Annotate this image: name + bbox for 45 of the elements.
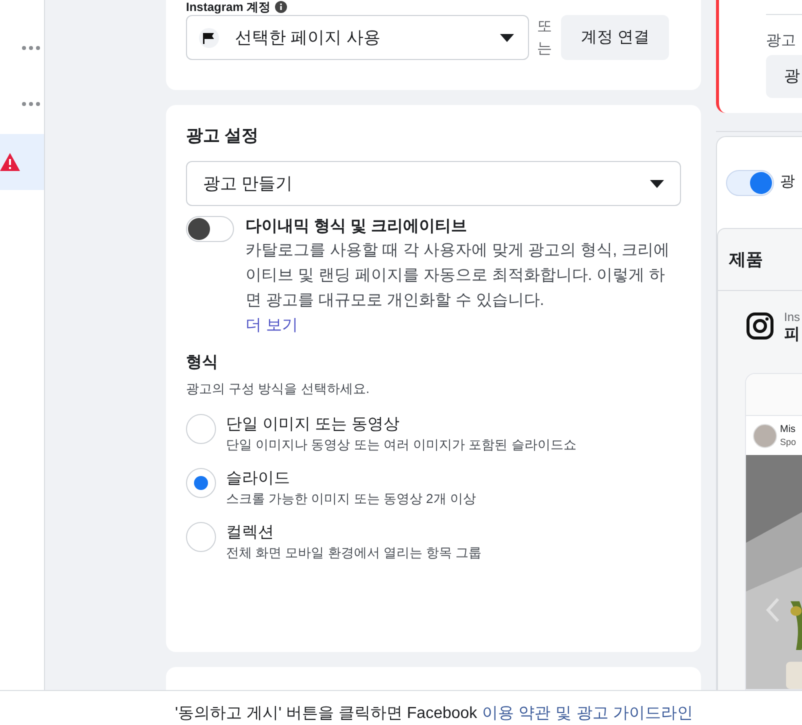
radio-button[interactable] <box>186 522 216 552</box>
radio-button[interactable] <box>186 414 216 444</box>
avatar <box>753 424 777 448</box>
sponsored-label: Spo <box>780 436 796 448</box>
account-name: Ins <box>784 309 800 326</box>
flag-icon <box>199 28 219 48</box>
caret-icon <box>500 34 514 42</box>
connect-account-button[interactable]: 계정 연결 <box>561 15 670 60</box>
panel-title: 제품 <box>729 248 763 271</box>
radio-description: 스크롤 가능한 이미지 또는 동영상 2개 이상 <box>226 490 476 508</box>
more-icon[interactable] <box>22 102 40 106</box>
card-title: 광고 설정 <box>186 125 260 147</box>
creative-select[interactable]: 광고 만들기 <box>186 161 681 206</box>
caret-icon <box>650 180 664 188</box>
option-title: 다이내믹 형식 및 크리에이티브 <box>246 217 468 237</box>
radio-description: 단일 이미지나 동영상 또는 여러 이미지가 포함된 슬라이드쇼 <box>226 436 576 454</box>
select-value: 선택한 페이지 사용 <box>235 26 382 49</box>
toggle-switch[interactable] <box>726 170 774 196</box>
warning-icon <box>0 153 20 171</box>
terms-link[interactable]: 이용 약관 <box>482 703 551 725</box>
conjunction-text: 및 <box>556 704 572 724</box>
or-text: 또는 <box>537 16 553 58</box>
section-label: Instagram 계정 <box>186 0 271 14</box>
toggle-switch[interactable] <box>186 216 234 242</box>
guidelines-link[interactable]: 광고 가이드라인 <box>576 703 694 725</box>
instagram-icon <box>746 312 774 340</box>
section-subtitle: 광고의 구성 방식을 선택하세요. <box>186 380 370 398</box>
consent-text: '동의하고 게시' 버튼을 클릭하면 Facebook <box>175 704 478 724</box>
page-select[interactable]: 선택한 페이지 사용 <box>186 15 529 60</box>
radio-description: 전체 화면 모바일 환경에서 열리는 항목 그룹 <box>226 544 482 562</box>
more-icon[interactable] <box>22 46 40 50</box>
section-title: 형식 <box>186 353 219 373</box>
ad-button[interactable]: 광 <box>766 55 802 98</box>
field-label: 광고 <box>766 31 797 51</box>
sidebar-item[interactable] <box>0 134 44 190</box>
see-more-link[interactable]: 더 보기 <box>246 313 298 338</box>
toggle-label: 광 <box>780 172 795 192</box>
radio-label: 단일 이미지 또는 동영상 <box>226 415 400 435</box>
radio-label: 컬렉션 <box>226 523 275 543</box>
radio-label: 슬라이드 <box>226 469 291 489</box>
radio-button[interactable] <box>186 468 216 498</box>
account-title: 피 <box>784 326 800 343</box>
option-description: 카탈로그를 사용할 때 각 사용자에 맞게 광고의 형식, 크리에이티브 및 랜딩 페이지를 자동으로 최적화합니다. 이렇게 하면 광고를 대규모로 개인화할 수 있습니다. <box>246 241 671 311</box>
select-value: 광고 만들기 <box>203 172 293 195</box>
post-author: Mis <box>780 422 796 436</box>
